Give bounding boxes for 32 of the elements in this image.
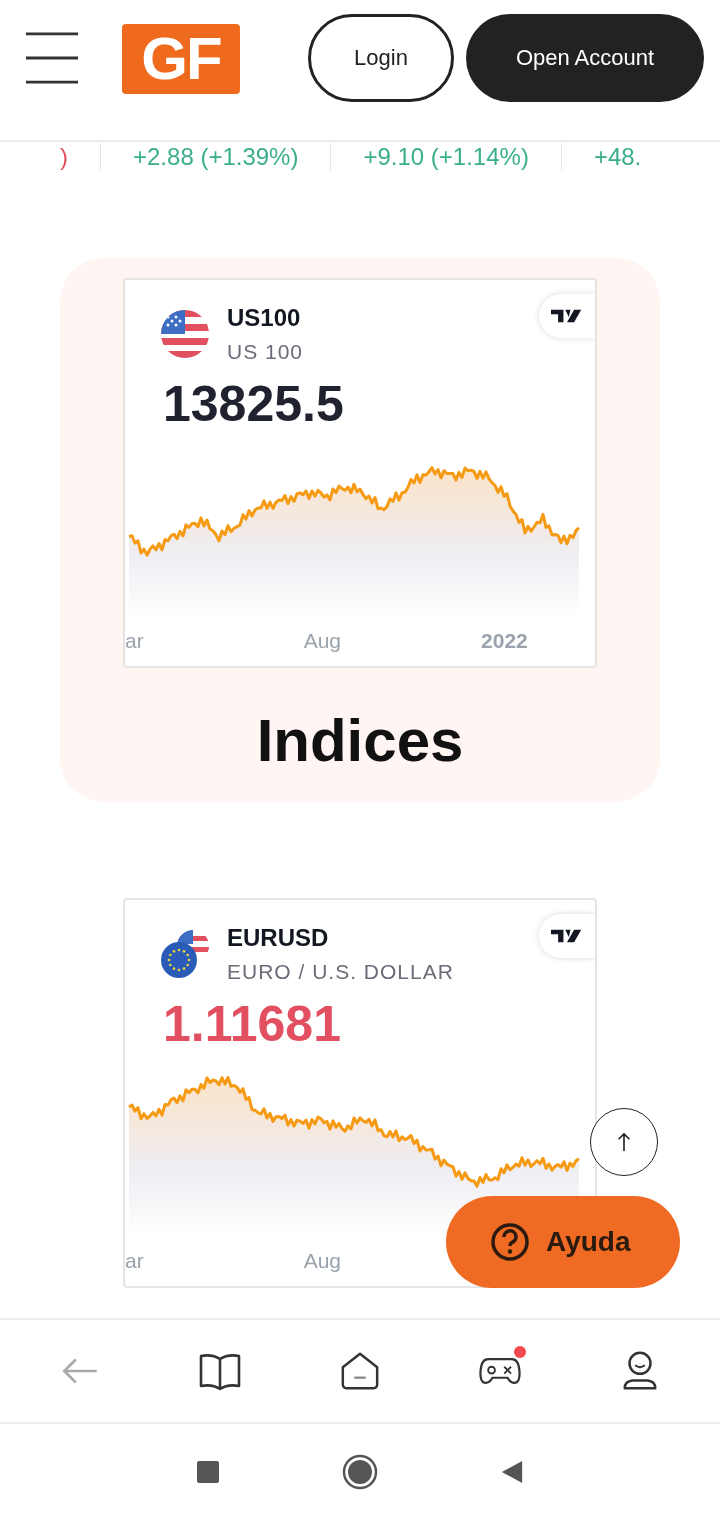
ticker-change: +9.10 (+1.14%)	[363, 143, 562, 171]
open-account-button[interactable]: Open Account	[466, 14, 704, 102]
ticker-change: +48.	[593, 143, 643, 171]
symbol-label: US100	[227, 304, 302, 332]
ticker-change: )	[60, 143, 101, 171]
axis-label: Aug	[303, 629, 342, 653]
category-title: Indices	[256, 706, 464, 776]
symbol-label: EURUSD	[227, 924, 330, 952]
tv-logo-icon	[551, 308, 583, 324]
login-button[interactable]: Login	[308, 14, 454, 102]
help-button[interactable]: Ayuda	[446, 1196, 680, 1288]
instrument-name: US 100	[227, 340, 304, 364]
tradingview-badge[interactable]	[539, 914, 595, 958]
notification-dot	[514, 1346, 526, 1358]
recents-icon[interactable]	[196, 1460, 220, 1484]
back-triangle-icon[interactable]	[500, 1460, 524, 1484]
instrument-name: EURO / U.S. DOLLAR	[227, 960, 454, 984]
ticker-change: +2.88 (+1.39%)	[133, 143, 332, 171]
tradingview-badge[interactable]	[539, 294, 595, 338]
arrow-up-icon	[615, 1131, 633, 1153]
tv-logo-icon	[551, 928, 583, 944]
market-card[interactable]: US100 US 100 13825.5 ar Aug 2022	[123, 278, 597, 668]
axis-label: Aug	[303, 1249, 342, 1273]
price-value: 13825.5	[162, 375, 345, 434]
category-panel[interactable]: US100 US 100 13825.5 ar Aug 2022 Indices	[60, 258, 660, 802]
menu-icon[interactable]	[24, 30, 80, 86]
price-value: 1.11681	[162, 995, 342, 1054]
axis-label: ar	[125, 1249, 144, 1273]
axis-label: 2022	[481, 629, 528, 653]
axis-label: ar	[125, 629, 144, 653]
home-circle-icon[interactable]	[342, 1454, 378, 1490]
question-icon	[490, 1222, 530, 1262]
